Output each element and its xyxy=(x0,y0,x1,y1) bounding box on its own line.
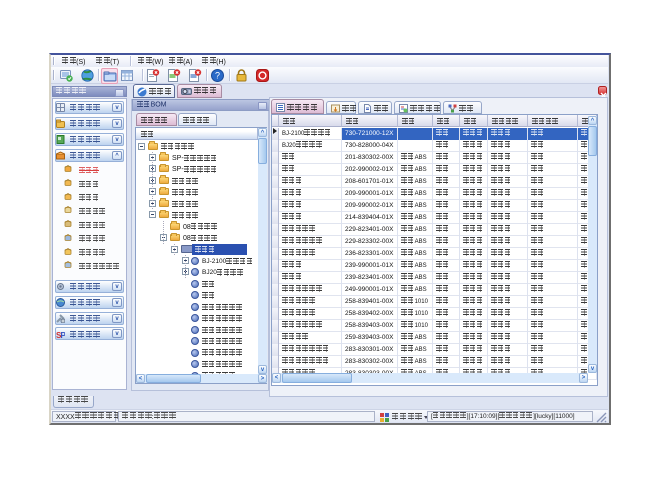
svg-text:P: P xyxy=(61,331,66,339)
svg-text:?: ? xyxy=(215,71,220,81)
